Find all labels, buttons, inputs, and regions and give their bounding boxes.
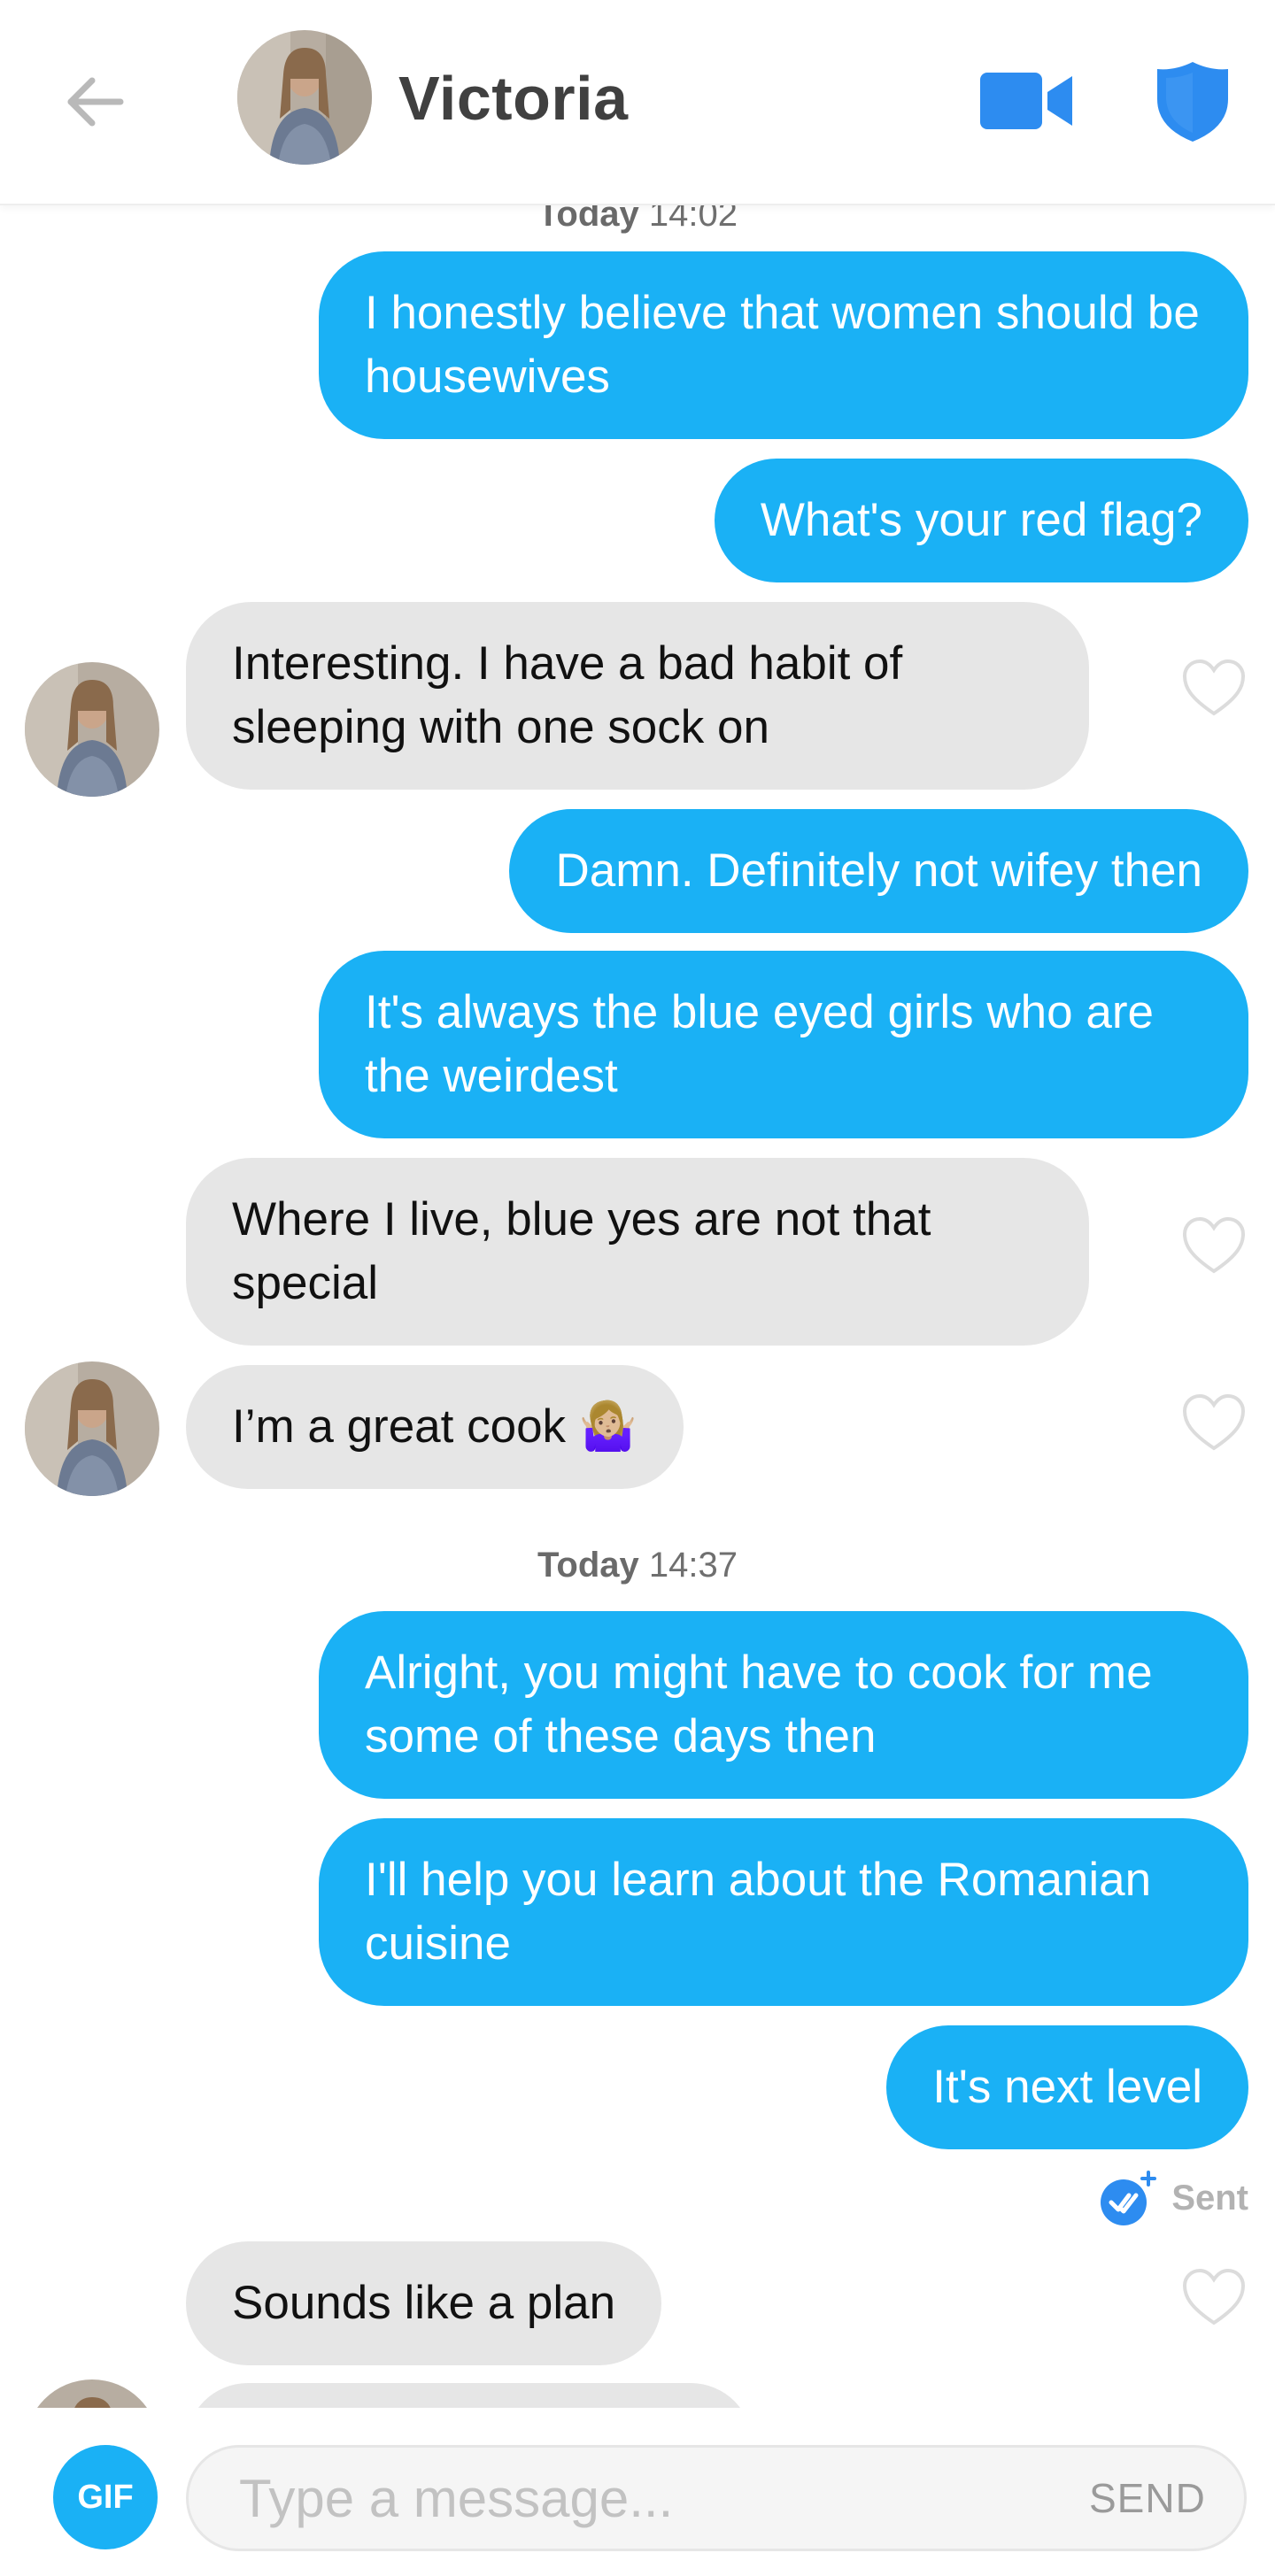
shrug-emoji: 🤷🏼‍♀️ (578, 1400, 638, 1453)
video-call-button[interactable] (978, 67, 1076, 135)
video-camera-icon (980, 73, 1072, 129)
incoming-message[interactable]: Where I live, blue yes are not that spec… (186, 1158, 1089, 1346)
outgoing-message[interactable]: It's always the blue eyed girls who are … (319, 951, 1248, 1138)
sent-status: Sent (1171, 2178, 1248, 2217)
match-name[interactable]: Victoria (398, 58, 629, 138)
outgoing-message[interactable]: Alright, you might have to cook for me s… (319, 1611, 1248, 1799)
heart-icon[interactable] (1181, 659, 1247, 717)
outgoing-message[interactable]: It's next level (886, 2025, 1248, 2149)
outgoing-message[interactable]: I'll help you learn about the Romanian c… (319, 1818, 1248, 2006)
chat-header: Victoria (0, 0, 1275, 205)
heart-icon[interactable] (1181, 1393, 1247, 1452)
arrow-left-icon (67, 77, 124, 127)
message-list[interactable]: Today 14:02 I honestly believe that wome… (0, 205, 1275, 2408)
incoming-message-partial[interactable] (186, 2383, 753, 2408)
outgoing-message[interactable]: Damn. Definitely not wifey then (509, 809, 1248, 933)
gif-button[interactable]: GIF (53, 2445, 158, 2549)
match-avatar[interactable] (237, 30, 372, 165)
shield-icon (1157, 62, 1228, 142)
heart-icon[interactable] (1181, 2268, 1247, 2326)
outgoing-message[interactable]: What's your red flag? (714, 459, 1248, 582)
send-button[interactable]: SEND (1089, 2472, 1206, 2525)
back-button[interactable] (55, 62, 135, 142)
match-avatar[interactable] (25, 1361, 159, 1496)
outgoing-message[interactable]: I honestly believe that women should be … (319, 251, 1248, 439)
match-avatar[interactable] (25, 2379, 159, 2408)
incoming-message[interactable]: Sounds like a plan (186, 2241, 662, 2365)
timestamp-divider: Today 14:37 (537, 1546, 738, 1585)
match-avatar[interactable] (25, 662, 159, 797)
heart-icon[interactable] (1181, 1216, 1247, 1275)
incoming-message[interactable]: I’m a great cook 🤷🏼‍♀️ (186, 1365, 684, 1489)
timestamp-divider: Today 14:02 (537, 205, 738, 234)
read-receipt: Sent (1099, 2169, 1248, 2227)
sent-check-icon (1101, 2171, 1157, 2225)
incoming-message[interactable]: Interesting. I have a bad habit of sleep… (186, 602, 1089, 790)
safety-button[interactable] (1155, 60, 1230, 143)
message-input-placeholder: Type a message... (239, 2469, 674, 2528)
